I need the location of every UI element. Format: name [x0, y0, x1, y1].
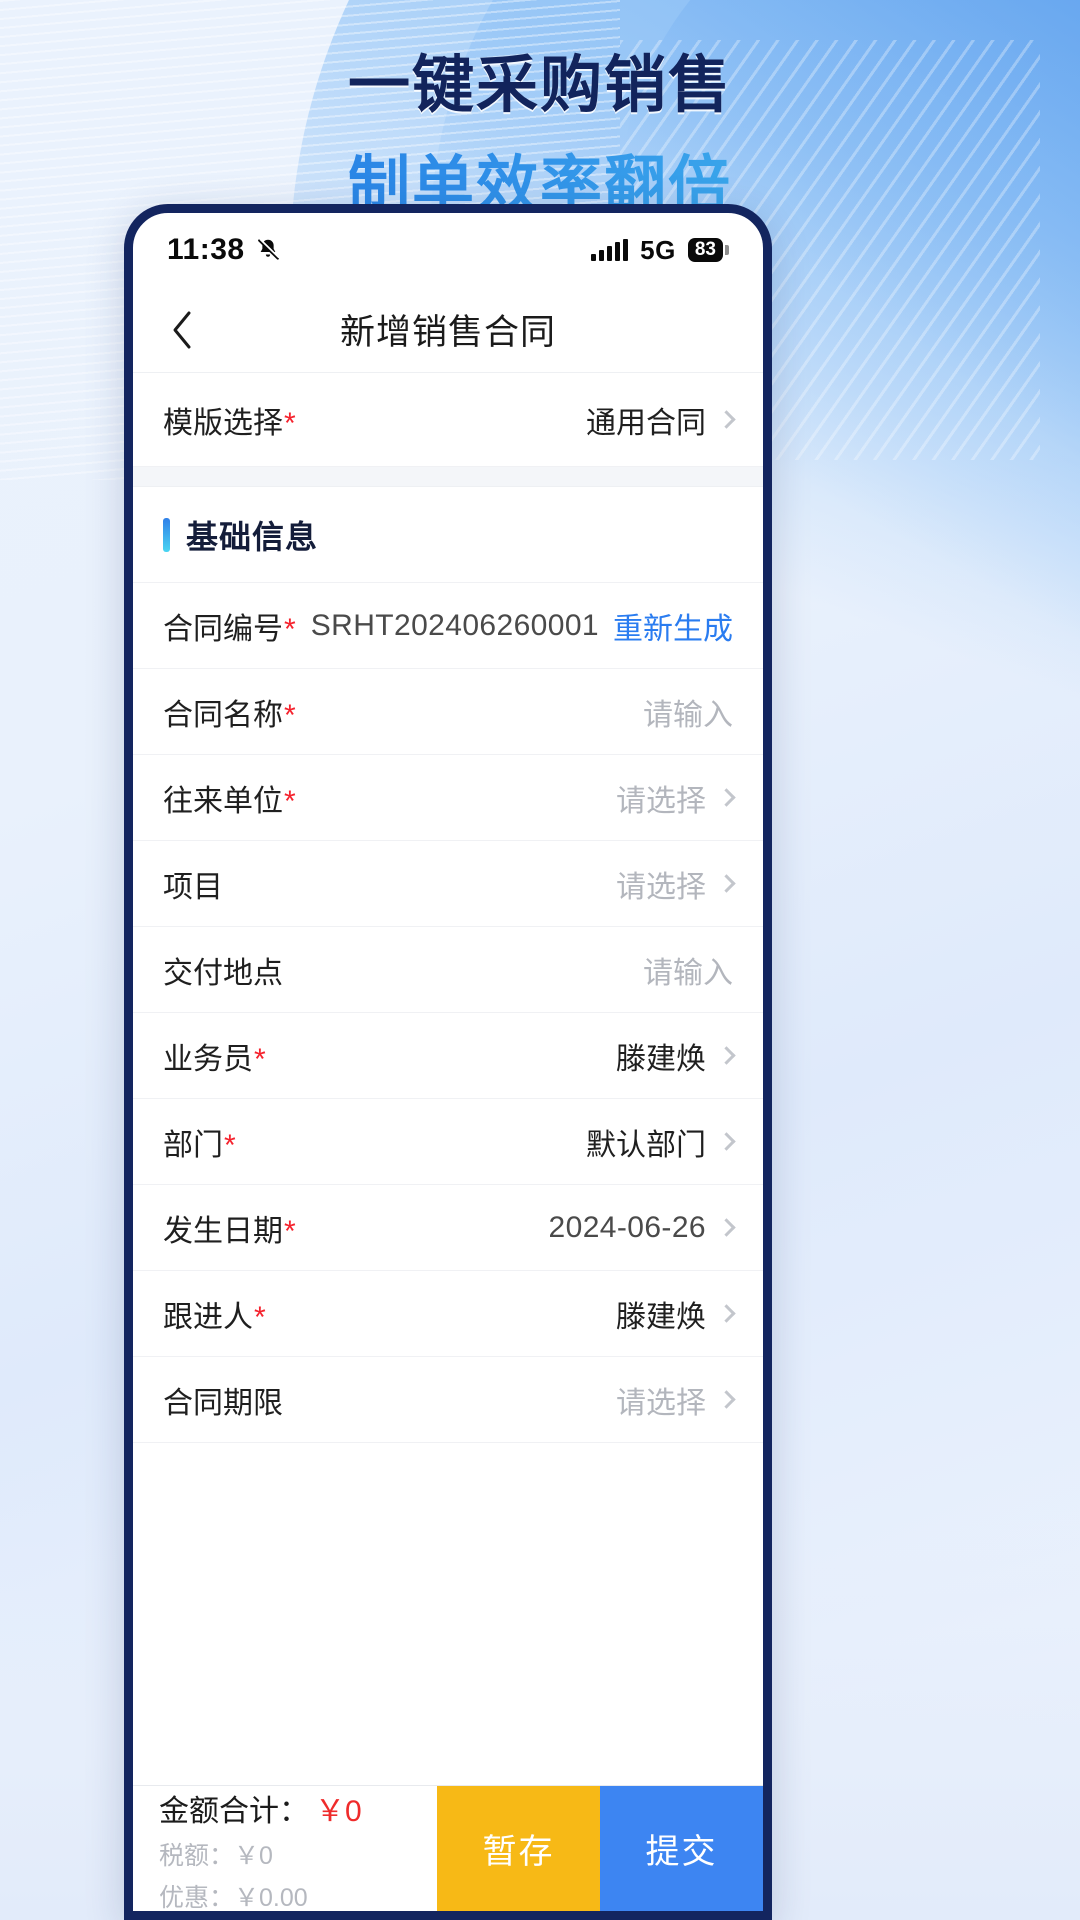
form-row[interactable]: 合同名称* 请输入	[133, 669, 763, 755]
required-marker: *	[284, 1214, 296, 1248]
chevron-right-icon	[717, 788, 736, 807]
form-label: 模版选择*	[163, 406, 296, 440]
app-navbar: 新增销售合同	[133, 287, 763, 373]
bottom-action-bar: 金额合计： ￥0 税额：￥0 优惠：￥0.00 暂存 提交	[133, 1785, 763, 1911]
form-row[interactable]: 业务员* 滕建焕	[133, 1013, 763, 1099]
tax-line: 税额：￥0	[159, 1841, 273, 1870]
form-value: 请输入	[643, 698, 733, 732]
form-value-group: 默认部门	[586, 1120, 736, 1164]
battery-level: 83	[687, 238, 723, 262]
submit-button[interactable]: 提交	[600, 1786, 763, 1911]
form-value-group: 请选择	[616, 862, 736, 906]
form-value: 请选择	[616, 870, 706, 904]
form-label: 合同编号*	[163, 612, 296, 646]
required-marker: *	[284, 698, 296, 732]
form-row[interactable]: 往来单位* 请选择	[133, 755, 763, 841]
form-value-group: 通用合同	[586, 398, 736, 442]
form-label: 项目	[163, 870, 223, 904]
back-button[interactable]	[161, 309, 203, 351]
signal-bars-icon	[591, 239, 629, 261]
section-header-basic-info: 基础信息	[133, 487, 763, 583]
status-time: 11:38	[167, 233, 245, 266]
discount-line: 优惠：￥0.00	[159, 1883, 308, 1912]
form-scroll-area[interactable]: 模版选择* 通用合同 基础信息 合同编号* SRHT202406260001 重新生…	[133, 373, 763, 1785]
form-row-template-select[interactable]: 模版选择* 通用合同	[133, 373, 763, 467]
form-value: 2024-06-26	[548, 1210, 706, 1244]
total-label: 金额合计：	[159, 1794, 309, 1828]
status-bar-right: 5G 83	[591, 235, 729, 266]
form-label: 合同名称*	[163, 698, 296, 732]
form-value: 滕建焕	[616, 1300, 706, 1334]
form-label: 业务员*	[163, 1042, 266, 1076]
form-label: 合同期限	[163, 1386, 283, 1420]
headline-line-1: 一键采购销售	[347, 51, 732, 120]
form-value: 通用合同	[586, 406, 706, 440]
form-row[interactable]: 项目 请选择	[133, 841, 763, 927]
form-row[interactable]: 交付地点 请输入	[133, 927, 763, 1013]
battery-tip	[725, 245, 729, 255]
form-value: SRHT202406260001	[310, 608, 599, 642]
required-marker: *	[224, 1128, 236, 1162]
chevron-right-icon	[717, 874, 736, 893]
required-marker: *	[284, 784, 296, 818]
form-value: 请选择	[616, 1386, 706, 1420]
form-label: 部门*	[163, 1128, 236, 1162]
required-marker: *	[254, 1300, 266, 1334]
form-label: 交付地点	[163, 956, 283, 990]
form-value: 请输入	[643, 956, 733, 990]
form-label: 跟进人*	[163, 1300, 266, 1334]
chevron-right-icon	[717, 1132, 736, 1151]
chevron-right-icon	[717, 1046, 736, 1065]
form-value-group: 请选择	[616, 1378, 736, 1422]
amount-summary: 金额合计： ￥0 税额：￥0 优惠：￥0.00	[133, 1786, 437, 1912]
chevron-left-icon	[173, 311, 191, 348]
page-title: 新增销售合同	[339, 313, 556, 352]
chevron-right-icon	[717, 1390, 736, 1409]
bell-muted-icon	[255, 237, 281, 263]
form-row[interactable]: 合同期限 请选择	[133, 1357, 763, 1443]
form-label: 发生日期*	[163, 1214, 296, 1248]
battery-icon: 83	[687, 238, 729, 262]
form-row[interactable]: 发生日期* 2024-06-26	[133, 1185, 763, 1271]
network-type: 5G	[640, 234, 676, 265]
form-value: 默认部门	[586, 1128, 706, 1162]
total-amount-line: 金额合计： ￥0	[159, 1786, 437, 1830]
form-value: 请选择	[616, 784, 706, 818]
chevron-right-icon	[717, 410, 736, 429]
form-row[interactable]: 跟进人* 滕建焕	[133, 1271, 763, 1357]
total-amount: ￥0	[315, 1794, 362, 1828]
required-marker: *	[254, 1042, 266, 1076]
status-bar-left: 11:38	[167, 233, 281, 267]
form-value-group: 请选择	[616, 776, 736, 820]
form-field-list: 合同编号* SRHT202406260001 重新生成 合同名称* 请输入 往来单位* 请选…	[133, 583, 763, 1443]
chevron-right-icon	[717, 1304, 736, 1323]
section-accent-bar	[163, 517, 170, 552]
regenerate-link[interactable]: 重新生成	[613, 604, 733, 648]
chevron-right-icon	[717, 1218, 736, 1237]
form-row[interactable]: 部门* 默认部门	[133, 1099, 763, 1185]
form-value-group: SRHT202406260001 重新生成	[311, 604, 733, 648]
section-gap	[133, 467, 763, 487]
form-value-group: 请输入	[643, 948, 733, 992]
form-value-group: 滕建焕	[616, 1292, 736, 1336]
form-value-group: 请输入	[643, 690, 733, 734]
form-value-group: 2024-06-26	[548, 1210, 736, 1245]
form-label: 往来单位*	[163, 784, 296, 818]
hold-button[interactable]: 暂存	[437, 1786, 600, 1911]
form-value: 滕建焕	[616, 1042, 706, 1076]
form-row[interactable]: 合同编号* SRHT202406260001 重新生成	[133, 583, 763, 669]
required-marker: *	[284, 612, 296, 646]
promo-headline: 一键采购销售 制单效率翻倍	[0, 34, 1080, 224]
form-value-group: 滕建焕	[616, 1034, 736, 1078]
section-title: 基础信息	[186, 518, 319, 555]
status-bar: 11:38 5G 83	[133, 213, 763, 287]
phone-mockup: 11:38 5G 83 新增销售合同 模版选择* 通用合同 基础信息 合同编号*…	[124, 204, 772, 1920]
